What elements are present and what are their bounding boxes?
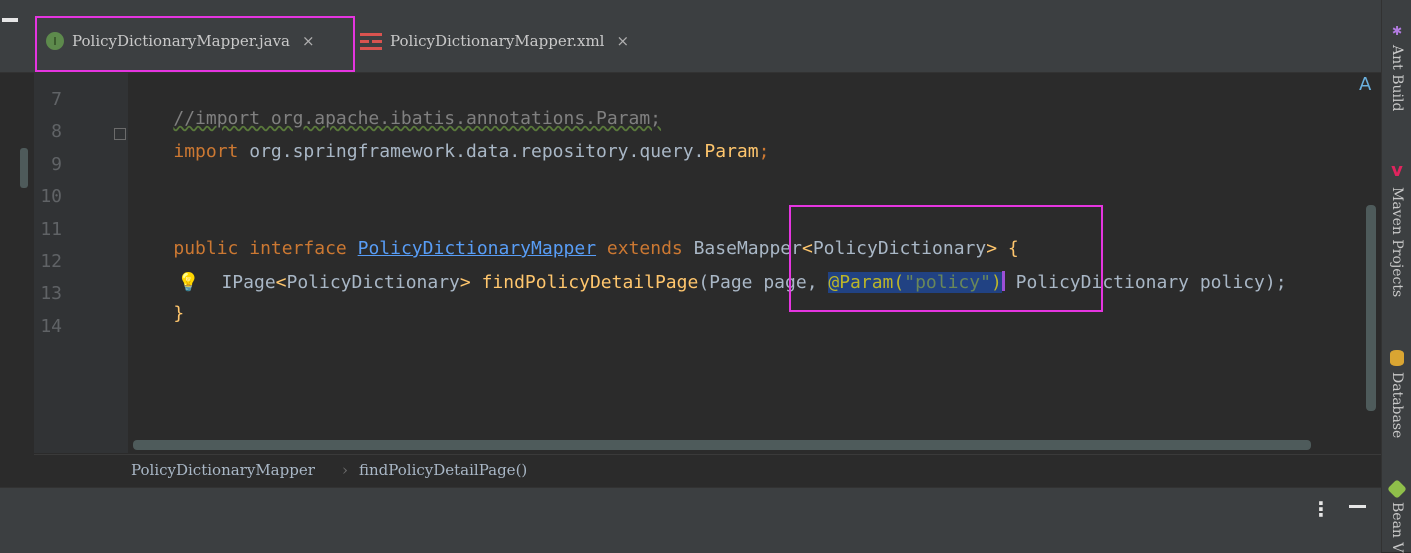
horizontal-scrollbar[interactable] <box>133 440 1311 450</box>
line-number: 13 <box>40 283 62 304</box>
tool-label: Maven Projects <box>1389 187 1405 298</box>
line-number: 11 <box>40 219 62 240</box>
bean-icon <box>1387 479 1407 499</box>
xml-file-icon <box>360 31 382 51</box>
line-number: 9 <box>51 154 62 175</box>
minimize-icon[interactable] <box>1349 505 1366 508</box>
ant-icon: ✱ <box>1392 20 1402 39</box>
line-number: 12 <box>40 251 62 272</box>
tool-maven-projects[interactable]: v Maven Projects <box>1382 160 1411 297</box>
tab-policy-dictionary-mapper-xml[interactable]: PolicyDictionaryMapper.xml × <box>360 22 629 60</box>
line-number: 8 <box>51 121 62 142</box>
editor-tab-bar: I PolicyDictionaryMapper.java × PolicyDi… <box>0 0 1381 73</box>
line-number-gutter: 7 8 9 10 11 12 13 14 <box>34 73 128 453</box>
close-icon[interactable]: × <box>616 32 629 50</box>
tool-bean-validation[interactable]: Bean V <box>1382 479 1411 553</box>
code-line-12: 💡 IPage<PolicyDictionary> findPolicyDeta… <box>177 271 1287 293</box>
maven-icon: v <box>1391 160 1403 181</box>
database-icon <box>1390 350 1404 366</box>
tool-label: Ant Build <box>1389 45 1405 112</box>
tool-ant-build[interactable]: ✱ Ant Build <box>1382 20 1411 111</box>
code-line-8: import org.springframework.data.reposito… <box>173 141 770 162</box>
breadcrumb: PolicyDictionaryMapper › findPolicyDetai… <box>34 454 1381 487</box>
more-options-icon[interactable]: ⋮ <box>1311 497 1331 521</box>
interface-icon: I <box>46 32 64 50</box>
minimize-icon[interactable] <box>2 18 18 22</box>
tool-database[interactable]: Database <box>1382 350 1411 438</box>
right-tool-sidebar: ✱ Ant Build v Maven Projects Database Be… <box>1381 0 1411 553</box>
tool-label: Bean V <box>1389 502 1405 553</box>
close-icon[interactable]: × <box>302 32 315 50</box>
breadcrumb-separator: › <box>342 461 348 479</box>
scroll-marker <box>20 148 28 188</box>
code-editor[interactable]: 7 8 9 10 11 12 13 14 //import org.apache… <box>34 73 1381 453</box>
fold-icon[interactable] <box>114 128 126 140</box>
tab-label: PolicyDictionaryMapper.java <box>72 32 290 50</box>
inspection-icon[interactable]: A <box>1359 74 1371 95</box>
vertical-scrollbar[interactable] <box>1366 205 1376 411</box>
tool-label: Database <box>1389 372 1405 439</box>
breadcrumb-interface[interactable]: PolicyDictionaryMapper <box>131 461 315 479</box>
code-line-13: } <box>173 303 185 324</box>
line-number: 14 <box>40 316 62 337</box>
breadcrumb-method[interactable]: findPolicyDetailPage() <box>359 461 527 479</box>
bottom-tool-panel <box>0 487 1381 553</box>
tab-label: PolicyDictionaryMapper.xml <box>390 32 605 50</box>
line-number: 10 <box>40 186 62 207</box>
line-number: 7 <box>51 89 62 110</box>
tab-policy-dictionary-mapper-java[interactable]: I PolicyDictionaryMapper.java × <box>46 22 315 60</box>
